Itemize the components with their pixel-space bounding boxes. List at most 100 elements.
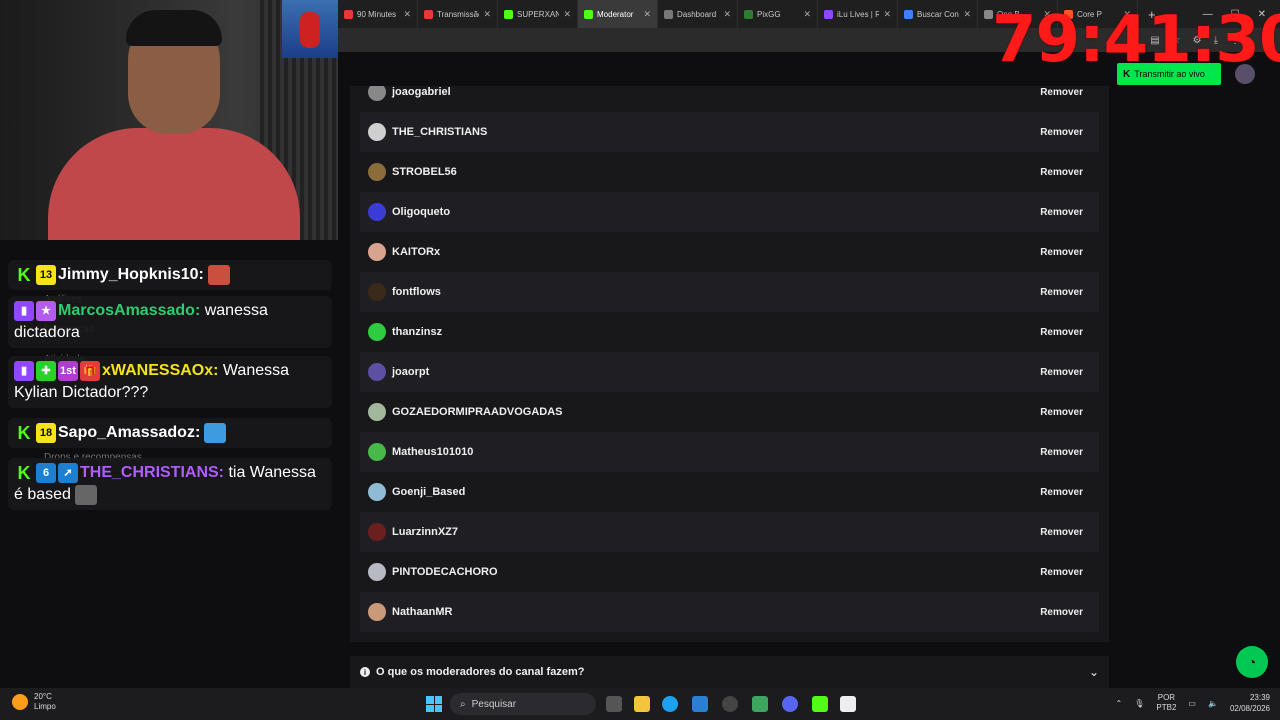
tab-favicon-icon xyxy=(584,9,593,19)
tab-close-icon[interactable]: ✕ xyxy=(403,9,411,20)
mic-icon[interactable]: 🎙 xyxy=(1134,699,1144,708)
clock[interactable]: 23:39 02/08/2026 xyxy=(1230,692,1270,714)
browser-tab[interactable]: Transmissão ✕ xyxy=(418,0,498,28)
keyboard-layout: PTB2 xyxy=(1156,703,1177,712)
chat-username[interactable]: THE_CHRISTIANS: xyxy=(80,464,224,481)
clock-time: 23:39 xyxy=(1249,693,1270,702)
faq-question: O que os moderadores do canal fazem? xyxy=(376,666,585,678)
moderator-row: STROBEL56 Remover xyxy=(360,152,1099,192)
num-badge-icon: 18 xyxy=(36,422,56,443)
remove-button[interactable]: Remover xyxy=(1040,287,1083,298)
store-icon[interactable] xyxy=(692,696,708,712)
chat-username[interactable]: xWANESSAOx: xyxy=(102,362,218,379)
file-explorer-icon[interactable] xyxy=(634,696,650,712)
moderator-row: Oligoqueto Remover xyxy=(360,192,1099,232)
weather-temp: 20°C xyxy=(34,692,52,701)
help-chat-icon[interactable]: ◔ xyxy=(1236,646,1268,678)
browser-tab[interactable]: SUPERXANDÃO✕ xyxy=(498,0,578,28)
tab-close-icon[interactable]: ✕ xyxy=(723,9,731,20)
remove-button[interactable]: Remover xyxy=(1040,327,1083,338)
discord-icon[interactable] xyxy=(782,696,798,712)
edge-browser-icon[interactable] xyxy=(662,696,678,712)
chat-message: ▮ ✚ 1st 🎁 xWANESSAOx: Wanessa Kylian Dictado… xyxy=(8,356,332,408)
tab-close-icon[interactable]: ✕ xyxy=(483,9,491,20)
user-avatar xyxy=(368,243,386,261)
tab-close-icon[interactable]: ✕ xyxy=(803,9,811,20)
remove-button[interactable]: Remover xyxy=(1040,567,1083,578)
task-view-icon[interactable] xyxy=(606,696,622,712)
moderator-row: thanzinsz Remover xyxy=(360,312,1099,352)
windows-taskbar: 20°C Limpo ⌕ Pesquisar ⌃ 🎙 POR PTB2 ▭ 🔈 xyxy=(0,688,1280,720)
moderator-username: NathaanMR xyxy=(392,606,453,618)
twitch-badge-icon: ▮ xyxy=(14,360,34,381)
chat-username[interactable]: Jimmy_Hopknis10: xyxy=(58,266,204,283)
sub-badge-icon: 1st xyxy=(58,360,78,381)
moderator-row: LuarzinnXZ7 Remover xyxy=(360,512,1099,552)
faq-moderators[interactable]: i O que os moderadores do canal fazem? ⌄ xyxy=(350,656,1109,688)
kick-badge-icon: K xyxy=(17,264,31,285)
moderator-username: Matheus101010 xyxy=(392,446,474,458)
user-avatar xyxy=(368,323,386,341)
chat-username[interactable]: MarcosAmassado: xyxy=(58,302,200,319)
tab-favicon-icon xyxy=(504,9,513,19)
blue-badge-icon: 6 xyxy=(36,462,56,483)
moderator-row: THE_CHRISTIANS Remover xyxy=(360,112,1099,152)
remove-button[interactable]: Remover xyxy=(1040,407,1083,418)
browser-tab[interactable]: Moderator ✕ xyxy=(578,0,658,28)
moderator-row: PINTODECACHORO Remover xyxy=(360,552,1099,592)
user-avatar xyxy=(368,603,386,621)
twitch-badge-icon: ▮ xyxy=(14,300,34,321)
tab-title: 90 Minutes xyxy=(357,9,397,19)
browser-tab[interactable]: Buscar Con ✕ xyxy=(898,0,978,28)
remove-button[interactable]: Remover xyxy=(1040,87,1083,98)
network-icon[interactable]: ▭ xyxy=(1188,699,1196,708)
remove-button[interactable]: Remover xyxy=(1040,447,1083,458)
tray-overflow-icon[interactable]: ⌃ xyxy=(1116,699,1123,708)
moderator-username: LuarzinnXZ7 xyxy=(392,526,459,538)
tab-close-icon[interactable]: ✕ xyxy=(563,9,571,20)
remove-button[interactable]: Remover xyxy=(1040,607,1083,618)
browser-tab[interactable]: PixGG ✕ xyxy=(738,0,818,28)
language-indicator[interactable]: POR PTB2 xyxy=(1156,693,1176,713)
remove-button[interactable]: Remover xyxy=(1040,487,1083,498)
remove-button[interactable]: Remover xyxy=(1040,527,1083,538)
tab-title: Dashboard xyxy=(677,9,717,19)
chat-username[interactable]: Sapo_Amassadoz: xyxy=(58,424,200,441)
remove-button[interactable]: Remover xyxy=(1040,167,1083,178)
volume-icon[interactable]: 🔈 xyxy=(1208,699,1218,708)
tab-title: iLu Lives | R xyxy=(837,9,880,19)
moderator-row: KAITORx Remover xyxy=(360,232,1099,272)
tab-close-icon[interactable]: ✕ xyxy=(963,9,971,20)
streamer-hair xyxy=(126,10,222,46)
remove-button[interactable]: Remover xyxy=(1040,247,1083,258)
remove-button[interactable]: Remover xyxy=(1040,367,1083,378)
weather-widget[interactable]: 20°C Limpo xyxy=(12,692,56,712)
tab-title: PixGG xyxy=(757,9,781,19)
user-avatar xyxy=(368,483,386,501)
info-icon: i xyxy=(360,667,370,677)
browser-tab[interactable]: 90 Minutes ✕ xyxy=(338,0,418,28)
tab-title: SUPERXANDÃO xyxy=(517,9,560,19)
chevron-down-icon[interactable]: ⌄ xyxy=(1089,665,1099,679)
browser-tab[interactable]: Dashboard ✕ xyxy=(658,0,738,28)
moderator-username: Oligoqueto xyxy=(392,206,451,218)
tab-title: Transmissão xyxy=(437,9,480,19)
kick-app-icon[interactable] xyxy=(812,696,828,712)
user-avatar xyxy=(368,403,386,421)
taskbar-search[interactable]: ⌕ Pesquisar xyxy=(450,693,596,715)
remove-button[interactable]: Remover xyxy=(1040,207,1083,218)
tab-close-icon[interactable]: ✕ xyxy=(883,9,891,20)
moderators-panel: joaogabriel Remover THE_CHRISTIANS Remover S… xyxy=(350,86,1109,642)
emote-icon xyxy=(204,422,227,443)
start-button-icon[interactable] xyxy=(426,696,442,712)
user-avatar xyxy=(368,363,386,381)
obs-icon[interactable] xyxy=(722,696,738,712)
app-icon[interactable] xyxy=(752,696,768,712)
webcam-overlay xyxy=(0,0,338,240)
notion-icon[interactable] xyxy=(840,696,856,712)
remove-button[interactable]: Remover xyxy=(1040,127,1083,138)
tab-favicon-icon xyxy=(344,9,353,19)
browser-tab[interactable]: iLu Lives | R ✕ xyxy=(818,0,898,28)
tab-close-icon[interactable]: ✕ xyxy=(643,9,651,20)
user-avatar xyxy=(368,86,386,101)
